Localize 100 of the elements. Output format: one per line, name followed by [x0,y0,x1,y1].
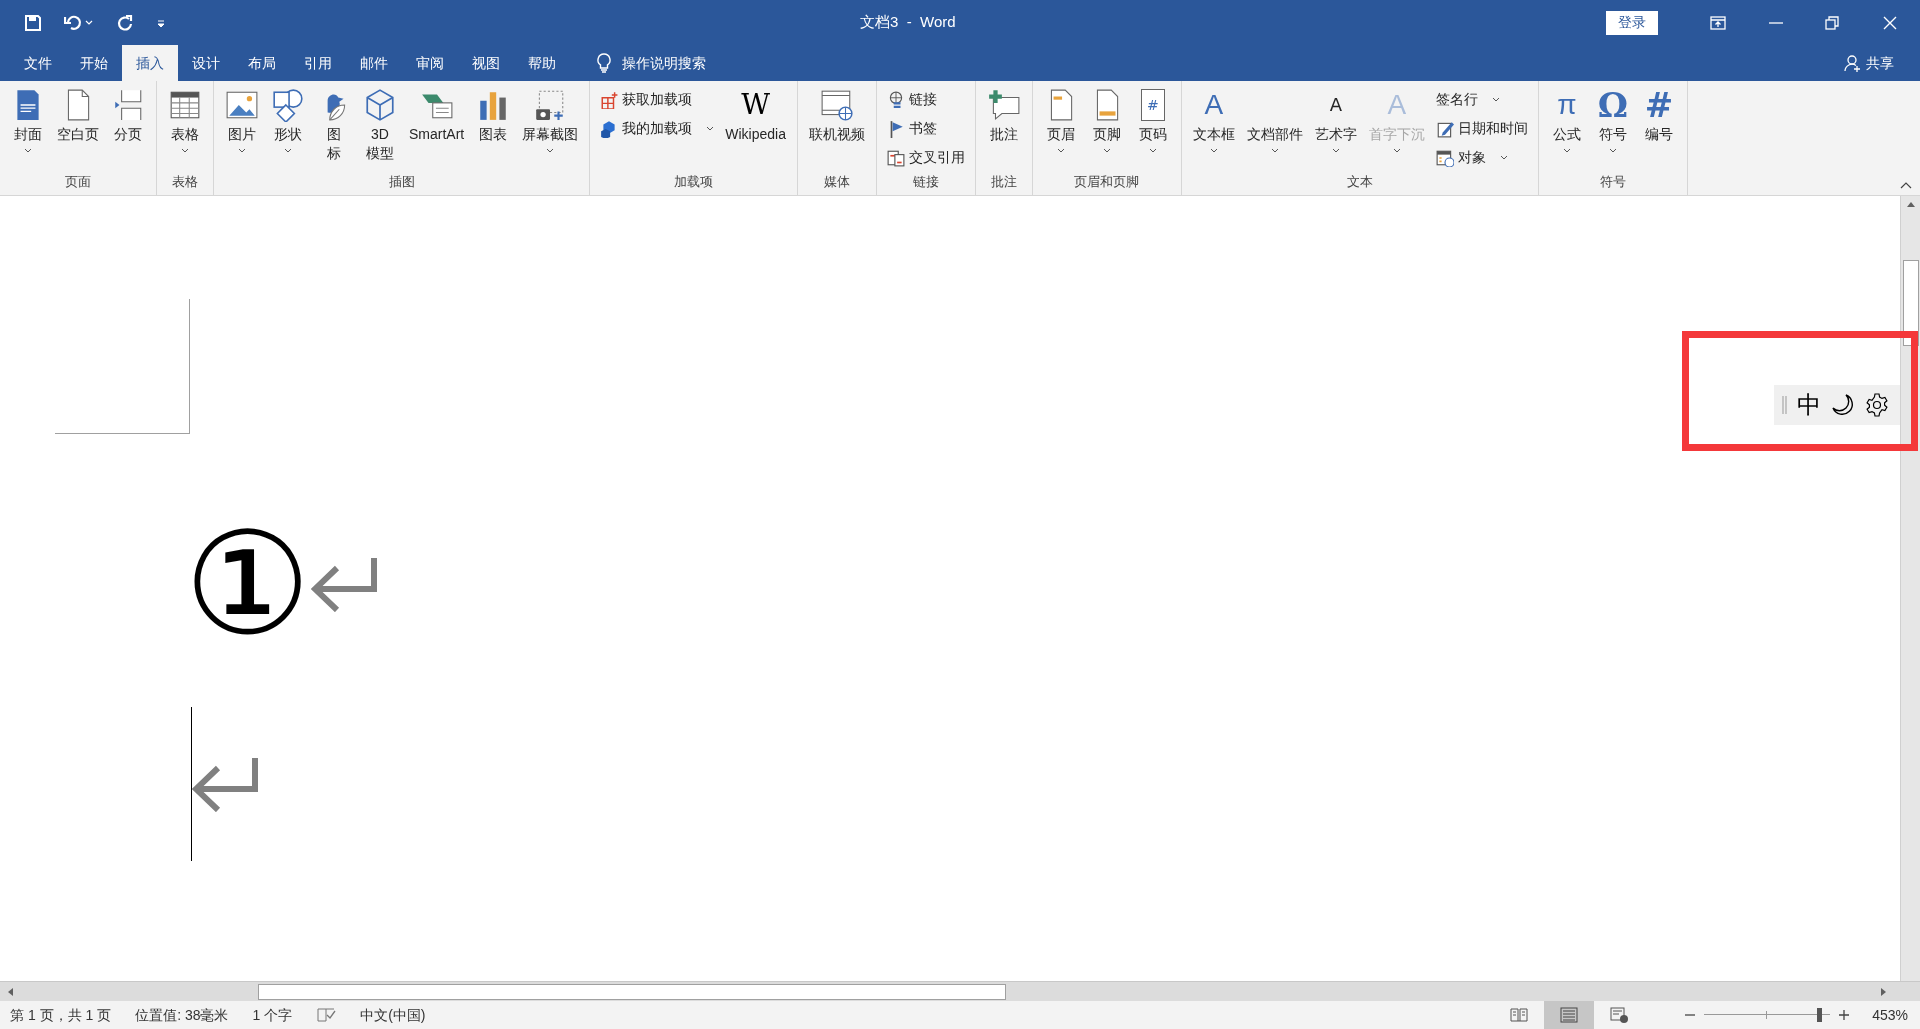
settings-icon[interactable] [1865,393,1889,417]
moon-icon[interactable] [1831,393,1855,417]
web-layout-icon [1609,1006,1630,1024]
ribbon-button[interactable]: 文档部件 [1241,85,1308,156]
zoom-level[interactable]: 453% [1872,1004,1908,1026]
film-icon [819,88,854,122]
group-label: 页面 [65,173,91,192]
ribbon-button[interactable]: Ω 符号 [1590,85,1635,156]
zoom-slider[interactable] [1704,1008,1831,1022]
group-label: 媒体 [823,173,850,192]
dropdown-caret-icon [546,147,555,153]
ribbon-tab[interactable]: 插入 [122,45,178,81]
ribbon-button[interactable]: 我的加载项 [600,116,715,141]
group-label: 表格 [172,173,198,192]
dropdown-caret-icon [1056,147,1065,153]
ribbon-button[interactable]: 空白页 [52,85,104,144]
ribbon-button[interactable]: 日期和时间 [1435,116,1528,141]
ribbon-button[interactable]: 签名行 [1435,87,1528,112]
symbol-icon: A [1204,89,1224,121]
group-label: 批注 [990,173,1017,192]
ribbon-button[interactable]: 表格 [163,85,207,156]
language-status[interactable]: 中文(中国) [360,1004,426,1026]
customize-icon[interactable] [156,17,166,28]
ribbon-tab[interactable]: 视图 [458,45,514,81]
horizontal-scrollbar[interactable] [0,981,1920,1001]
ribbon-button[interactable]: 形状 [266,85,310,156]
ribbon-button[interactable]: SmartArt [404,85,470,144]
tell-me-search[interactable]: 操作说明搜索 [622,52,706,74]
collapse-ribbon-icon[interactable] [1900,181,1912,189]
ribbon-tab[interactable]: 设计 [178,45,234,81]
ribbon-button[interactable]: 分页 [106,85,150,144]
ribbon-button[interactable]: 页脚 [1084,85,1129,156]
dropdown-caret-icon [706,126,715,131]
ribbon-button[interactable]: 屏幕截图 [517,85,584,156]
ribbon-button[interactable]: A 艺术字 [1309,85,1362,156]
omega-icon: # [1644,89,1674,121]
ribbon-tab[interactable]: 文件 [10,45,66,81]
scroll-up-icon[interactable] [1905,200,1916,208]
input-mode-toggle[interactable]: 中 [1797,393,1821,417]
paragraph-mark-icon [311,556,378,612]
ribbon-button[interactable]: A 文本框 [1187,85,1240,156]
ribbon-button[interactable]: 获取加载项 [600,87,715,112]
ribbon-button[interactable]: 对象 [1435,145,1528,170]
shapes-icon [271,88,305,122]
login-button[interactable]: 登录 [1606,10,1658,35]
ribbon-button[interactable]: 图表 [471,85,516,144]
read-mode-icon [1509,1006,1530,1024]
ribbon-button[interactable]: 3D模型 [358,85,402,163]
ribbon-button[interactable]: 图片 [220,85,264,156]
ribbon-tab[interactable]: 帮助 [514,45,570,81]
ribbon-button[interactable]: W Wikipedia [720,85,791,144]
dropdown-caret-icon [181,147,189,153]
pi-icon: Ω [1597,89,1629,121]
ribbon-button[interactable]: 批注 [981,85,1026,144]
scroll-left-icon[interactable] [6,986,14,997]
scrollbar-thumb[interactable] [1902,260,1919,346]
ribbon-tab[interactable]: 审阅 [402,45,458,81]
close-icon [1883,15,1897,30]
dropdown-caret-icon [24,147,32,153]
dropdown-caret-icon [1148,147,1157,153]
ribbon-button[interactable]: 联机视频 [803,85,870,144]
wikipedia-logo: W [741,89,770,121]
ribbon-display-icon [1710,15,1726,30]
zoom-in-icon[interactable] [1838,1009,1851,1021]
ribbon-button[interactable]: 页眉 [1038,85,1083,156]
calendar-clock-icon [1435,148,1454,167]
ribbon-button[interactable]: 交叉引用 [886,145,965,170]
ribbon-button[interactable]: 书签 [886,116,965,141]
dropdown-caret-icon [238,147,246,153]
ribbon-tab[interactable]: 引用 [290,45,346,81]
ribbon-tab[interactable]: 开始 [66,45,122,81]
status-text: 1 个字 [252,1005,293,1025]
ribbon-button[interactable]: 封面 [6,85,50,156]
save-icon[interactable] [24,13,42,32]
ribbon-button[interactable]: 链接 [886,87,965,112]
ribbon-button[interactable]: π 公式 [1544,85,1589,156]
grip-icon[interactable] [1782,395,1787,415]
ribbon-button[interactable]: # 编号 [1636,85,1681,144]
dropdown-caret-icon [1499,155,1508,160]
symbol-icon: A [1387,89,1407,121]
restore-icon [1825,15,1839,30]
proofing-icon[interactable] [316,1007,337,1023]
share-button[interactable]: 共享 [1866,52,1894,74]
dropdown-caret-icon [1270,147,1279,153]
scrollbar-thumb[interactable] [258,983,1006,1000]
ribbon-button[interactable]: # 页码 [1130,85,1175,156]
lightbulb-icon [596,53,612,73]
undo-icon[interactable] [64,13,94,32]
paragraph-mark-icon [192,756,258,812]
ribbon-tab[interactable]: 邮件 [346,45,402,81]
status-text: 位置值: 38毫米 [135,1005,229,1025]
dropdown-caret-icon [1491,97,1500,102]
redo-icon[interactable] [116,13,134,32]
scroll-right-icon[interactable] [1880,986,1888,997]
slider-thumb[interactable] [1816,1008,1822,1022]
ribbon-tab[interactable]: 布局 [234,45,290,81]
dropdown-caret-icon [1392,147,1401,153]
vertical-scrollbar[interactable] [1900,196,1920,981]
minimize-icon [1769,21,1783,24]
ribbon-button[interactable]: 图标 [312,85,356,163]
